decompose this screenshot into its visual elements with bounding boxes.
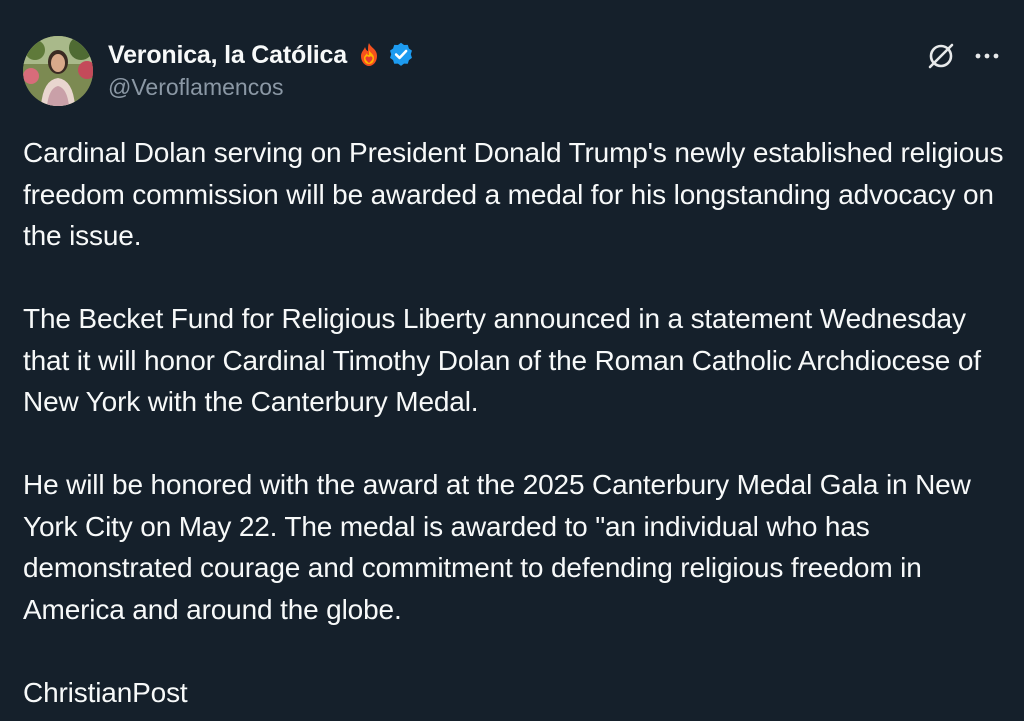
post-source: ChristianPost: [23, 676, 188, 708]
author-display-name[interactable]: Veronica, la Católica: [108, 41, 347, 70]
post-card: Veronica, la Católica @Veroflamencos Car…: [0, 0, 1024, 721]
post-text: Cardinal Dolan serving on President Dona…: [23, 132, 1008, 713]
author-avatar[interactable]: [23, 36, 93, 106]
post-paragraph: He will be honored with the award at the…: [23, 469, 971, 625]
fire-heart-icon: [355, 41, 383, 69]
grok-icon[interactable]: [925, 40, 957, 72]
author-handle[interactable]: @Veroflamencos: [108, 74, 284, 101]
more-options-icon[interactable]: [972, 43, 1002, 69]
post-paragraph: The Becket Fund for Religious Liberty an…: [23, 303, 981, 417]
author-name-row: Veronica, la Católica: [108, 38, 415, 72]
verified-badge-icon[interactable]: [387, 41, 415, 69]
post-paragraph: Cardinal Dolan serving on President Dona…: [23, 137, 1004, 251]
